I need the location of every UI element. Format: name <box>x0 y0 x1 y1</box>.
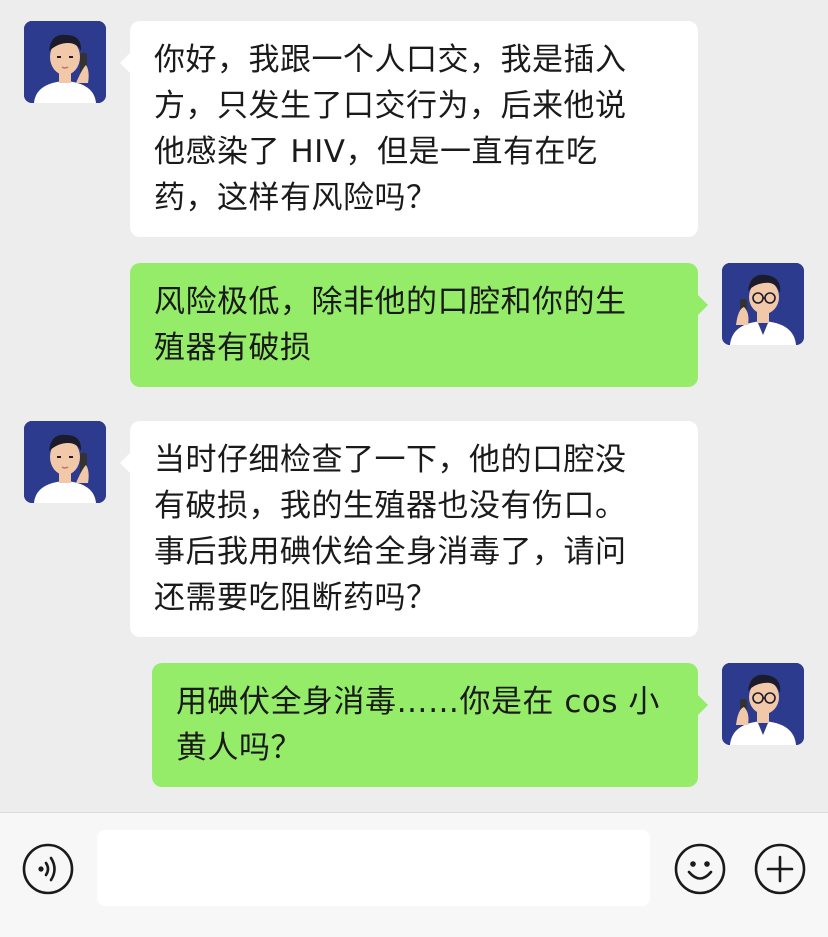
patient-avatar[interactable] <box>24 21 106 103</box>
patient-avatar[interactable] <box>24 421 106 503</box>
voice-icon[interactable] <box>22 843 74 895</box>
emoji-icon[interactable] <box>674 843 726 895</box>
message-bubble-incoming[interactable]: 当时仔细检查了一下，他的口腔没 有破损，我的生殖器也没有伤口。 事后我用碘伏给全… <box>120 421 698 637</box>
message-line: 风险极低，除非他的口腔和你的生 <box>154 284 627 320</box>
message-line: 殖器有破损 <box>154 330 312 366</box>
message-line: 事后我用碘伏给全身消毒了，请问 <box>154 534 627 570</box>
message-line: 用碘伏全身消毒……你是在 cos 小 <box>176 684 660 720</box>
chat-area[interactable]: 你好，我跟一个人口交，我是插入 方，只发生了口交行为，后来他说 他感染了 HIV… <box>0 0 828 812</box>
message-line: 他感染了 HIV，但是一直有在吃 <box>154 134 598 170</box>
doctor-avatar[interactable] <box>722 663 804 745</box>
message-line: 药，这样有风险吗？ <box>154 180 438 216</box>
message-bubble-outgoing[interactable]: 风险极低，除非他的口腔和你的生 殖器有破损 <box>130 263 708 387</box>
message-line: 方，只发生了口交行为，后来他说 <box>154 88 627 124</box>
message-line: 当时仔细检查了一下，他的口腔没 <box>154 442 627 478</box>
plus-icon[interactable] <box>754 843 806 895</box>
message-bubble-outgoing[interactable]: 用碘伏全身消毒……你是在 cos 小 黄人吗？ <box>152 663 708 787</box>
message-bubble-incoming[interactable]: 你好，我跟一个人口交，我是插入 方，只发生了口交行为，后来他说 他感染了 HIV… <box>120 21 698 237</box>
doctor-avatar[interactable] <box>722 263 804 345</box>
input-bar <box>0 812 828 937</box>
message-input[interactable] <box>97 830 650 906</box>
message-line: 黄人吗？ <box>176 730 302 766</box>
message-line: 有破损，我的生殖器也没有伤口。 <box>154 488 627 524</box>
message-line: 还需要吃阻断药吗？ <box>154 580 438 616</box>
message-line: 你好，我跟一个人口交，我是插入 <box>154 42 627 78</box>
